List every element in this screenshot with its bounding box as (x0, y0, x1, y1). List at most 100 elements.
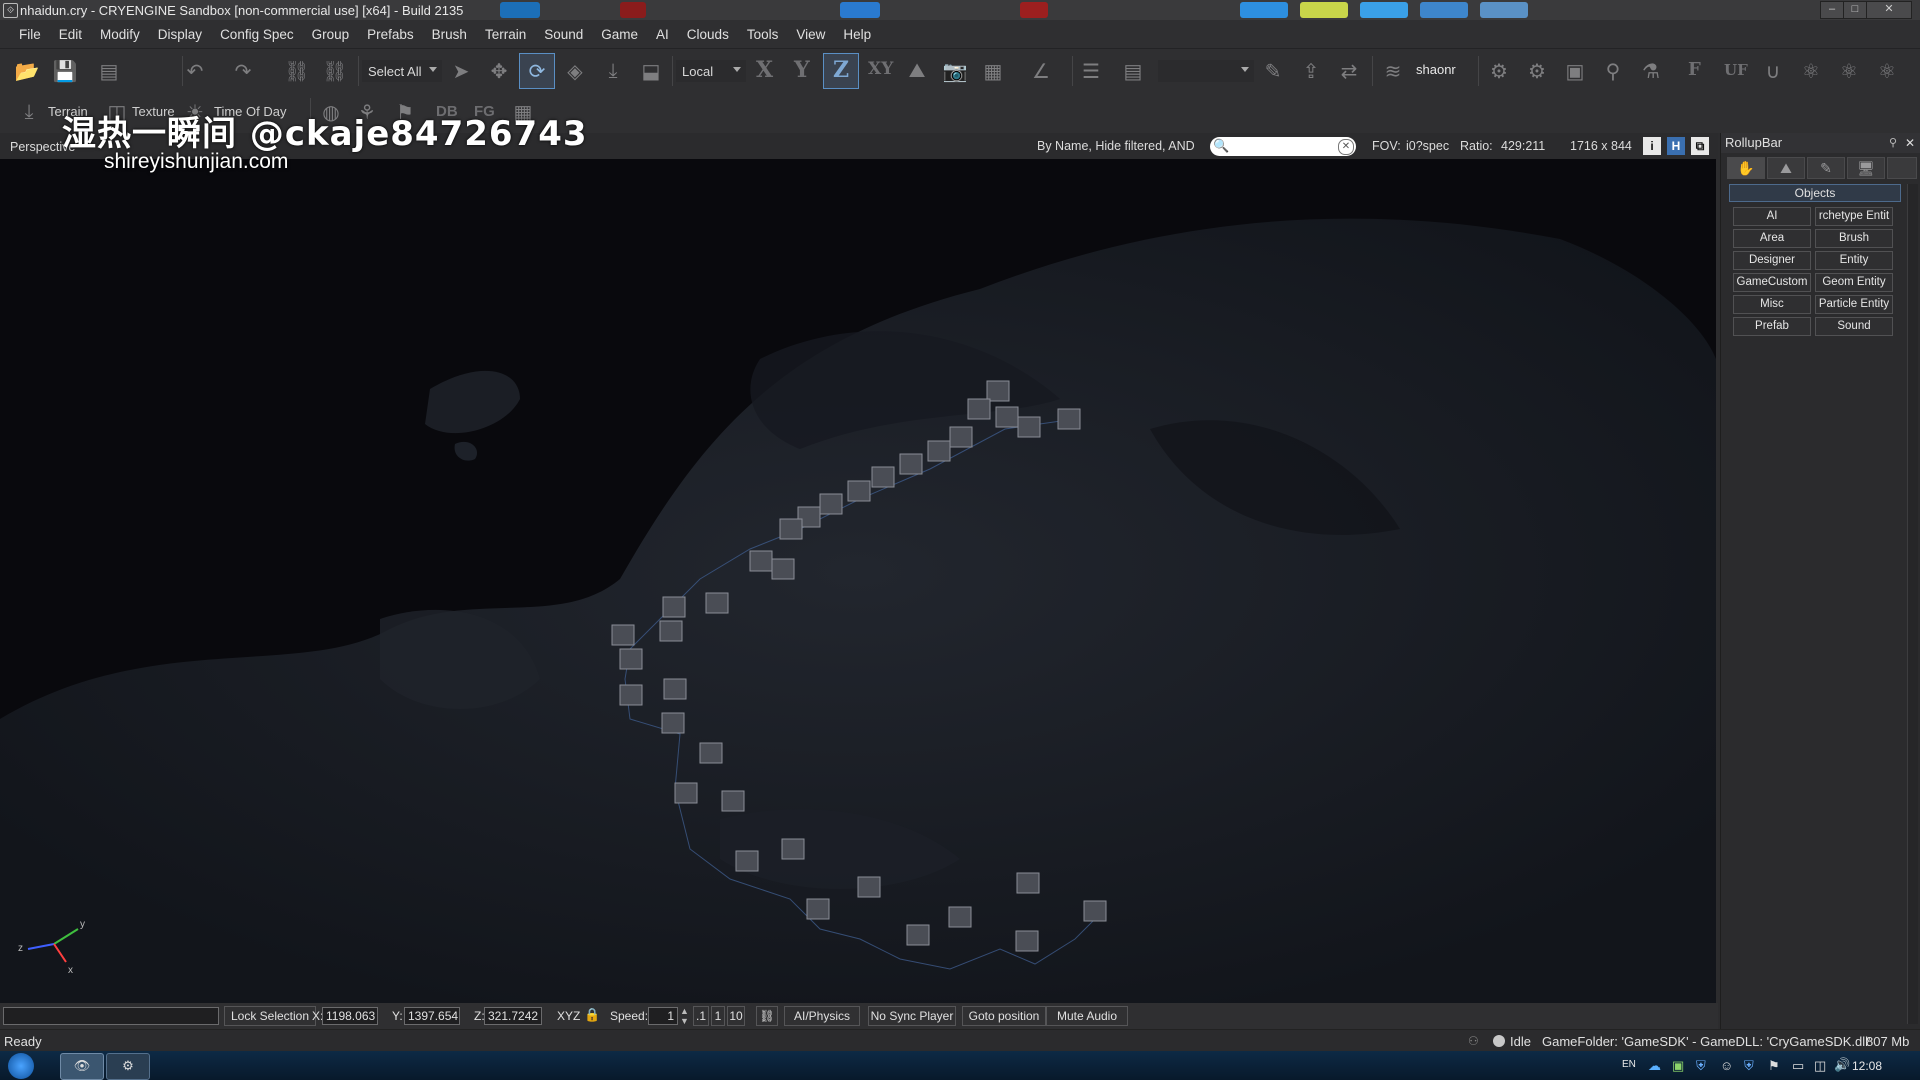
f-button[interactable]: F (1688, 59, 1701, 80)
layer-label[interactable]: shaonr (1416, 62, 1456, 77)
menu-tools[interactable]: Tools (738, 27, 788, 42)
menu-ai[interactable]: AI (647, 27, 678, 42)
rollup-tab-terrain[interactable]: ⛰ (1767, 157, 1805, 179)
atom-icon[interactable]: ⚛ (1874, 58, 1900, 84)
filter-label[interactable]: By Name, Hide filtered, AND (1037, 139, 1195, 153)
entity-marker[interactable] (1017, 416, 1041, 438)
named-selection-combo[interactable] (1158, 60, 1254, 82)
select-arrow-icon[interactable]: ➤ (448, 58, 474, 84)
entity-marker[interactable] (619, 648, 643, 670)
rollup-scrollbar[interactable] (1907, 184, 1918, 1024)
search-input[interactable] (1230, 138, 1334, 156)
info-button[interactable]: i (1643, 137, 1661, 155)
menu-clouds[interactable]: Clouds (678, 27, 738, 42)
object-type-gamecustom[interactable]: GameCustom (1733, 273, 1811, 292)
volume-icon[interactable]: 🔊 (1834, 1057, 1850, 1073)
flag-icon[interactable]: ⚑ (1768, 1058, 1780, 1074)
entity-marker[interactable] (995, 406, 1019, 428)
entity-marker[interactable] (705, 592, 729, 614)
move-icon[interactable]: ✥ (486, 58, 512, 84)
tool-icon[interactable]: ▣ (1562, 58, 1588, 84)
entity-marker[interactable] (1083, 900, 1107, 922)
snap-terrain-icon[interactable]: ⤓ (600, 58, 626, 84)
object-type-brush[interactable]: Brush (1815, 229, 1893, 248)
lock-selection-button[interactable]: Lock Selection (224, 1006, 316, 1026)
entity-marker[interactable] (781, 838, 805, 860)
undo-icon[interactable]: ↶ (182, 58, 208, 84)
object-type-particle-entity[interactable]: Particle Entity (1815, 295, 1893, 314)
scale-icon[interactable]: ◈ (562, 58, 588, 84)
object-type-ai[interactable]: AI (1733, 207, 1811, 226)
entity-marker[interactable] (619, 684, 643, 706)
entity-marker[interactable] (927, 440, 951, 462)
list-icon[interactable]: ▤ (1120, 58, 1146, 84)
pin-icon[interactable]: ⚲ (1889, 133, 1897, 153)
physics-icon[interactable]: ⇄ (1336, 58, 1362, 84)
entity-marker[interactable] (967, 398, 991, 420)
xyz-label[interactable]: XYZ (557, 1009, 580, 1023)
rotate-icon[interactable]: ⟳ (524, 58, 550, 84)
entity-marker[interactable] (806, 898, 830, 920)
console-input[interactable] (3, 1007, 219, 1025)
helpers-button[interactable]: H (1667, 137, 1685, 155)
object-type-entity[interactable]: Entity (1815, 251, 1893, 270)
tray-icon[interactable]: ☁ (1648, 1058, 1661, 1074)
entity-marker[interactable] (871, 466, 895, 488)
snap-object-icon[interactable]: ⬓ (638, 58, 664, 84)
user-icon[interactable]: ☺ (1720, 1058, 1733, 1073)
tool-icon[interactable]: ⚙ (1486, 58, 1512, 84)
redo-icon[interactable]: ↷ (230, 58, 256, 84)
menu-group[interactable]: Group (303, 27, 359, 42)
start-button[interactable] (8, 1053, 34, 1079)
axis-xy-button[interactable]: XY (868, 59, 893, 79)
minimize-button[interactable]: – (1820, 1, 1844, 19)
terrain-follow-icon[interactable]: ⛓ (756, 1006, 778, 1026)
object-search[interactable]: 🔍 ✕ (1210, 137, 1356, 156)
entity-marker[interactable] (674, 782, 698, 804)
tool-icon[interactable]: ⚲ (1600, 58, 1626, 84)
angle-snap-icon[interactable]: ∠ (1028, 58, 1054, 84)
taskbar-app-icon[interactable]: ⚙ (106, 1053, 150, 1080)
rollup-tab-objects[interactable]: ✋ (1727, 157, 1765, 179)
entity-marker[interactable] (819, 493, 843, 515)
menu-terrain[interactable]: Terrain (476, 27, 535, 42)
ai-physics-button[interactable]: AI/Physics (784, 1006, 860, 1026)
object-type-geom-entity[interactable]: Geom Entity (1815, 273, 1893, 292)
y-coord-field[interactable]: 1397.654 (404, 1007, 460, 1025)
rollup-tab-modeling[interactable]: ✎ (1807, 157, 1845, 179)
menu-display[interactable]: Display (149, 27, 211, 42)
rollup-tab-display[interactable]: 🖥 (1847, 157, 1885, 179)
menu-view[interactable]: View (787, 27, 834, 42)
entity-marker[interactable] (699, 742, 723, 764)
entity-marker[interactable] (899, 453, 923, 475)
language-indicator[interactable]: EN (1622, 1059, 1636, 1070)
close-icon[interactable]: ✕ (1905, 133, 1915, 153)
uf-button[interactable]: UF (1724, 61, 1748, 79)
entity-marker[interactable] (611, 624, 635, 646)
atom-icon[interactable]: ⚛ (1836, 58, 1862, 84)
object-type-prefab[interactable]: Prefab (1733, 317, 1811, 336)
entity-marker[interactable] (1015, 930, 1039, 952)
selection-combo[interactable]: Select All (362, 60, 442, 82)
menu-prefabs[interactable]: Prefabs (358, 27, 423, 42)
tool-icon[interactable]: ⚙ (1524, 58, 1550, 84)
entity-marker[interactable] (948, 906, 972, 928)
tool-icon[interactable]: ⚗ (1638, 58, 1664, 84)
no-sync-player-button[interactable]: No Sync Player (868, 1006, 956, 1026)
mute-audio-button[interactable]: Mute Audio (1046, 1006, 1128, 1026)
menu-game[interactable]: Game (592, 27, 647, 42)
x-coord-field[interactable]: 1198.063 (322, 1007, 378, 1025)
menu-sound[interactable]: Sound (535, 27, 592, 42)
object-type-designer[interactable]: Designer (1733, 251, 1811, 270)
export-icon[interactable]: ⇪ (1298, 58, 1324, 84)
perspective-viewport[interactable]: y z x (0, 159, 1716, 1003)
entity-marker[interactable] (857, 876, 881, 898)
object-type-area[interactable]: Area (1733, 229, 1811, 248)
goto-position-button[interactable]: Goto position (962, 1006, 1046, 1026)
entity-marker[interactable] (1057, 408, 1081, 430)
objects-section-header[interactable]: Objects (1729, 184, 1901, 202)
entity-marker[interactable] (749, 550, 773, 572)
terrain-icon[interactable]: ⤓ (16, 99, 42, 125)
entity-marker[interactable] (721, 790, 745, 812)
entity-marker[interactable] (771, 558, 795, 580)
